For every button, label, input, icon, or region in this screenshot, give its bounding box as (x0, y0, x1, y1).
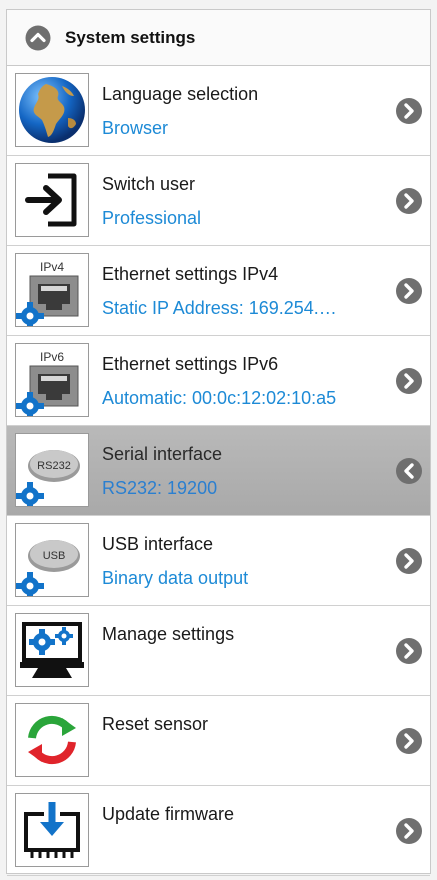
chevron-right-icon[interactable] (395, 277, 423, 305)
chevron-up-icon[interactable] (25, 25, 51, 51)
ipv4-icon-label: IPv4 (40, 260, 64, 274)
usb-port-icon: USB (15, 523, 89, 597)
menu-item-title: Update firmware (102, 804, 235, 824)
menu-item-value: Automatic: 00:0c:12:02:10:a5 (102, 388, 337, 408)
chevron-right-icon[interactable] (395, 637, 423, 665)
menu-item-value: Browser (102, 118, 169, 138)
chevron-right-icon[interactable] (395, 367, 423, 395)
monitor-gears-icon (15, 613, 89, 687)
menu-item-switch-user[interactable]: Switch user Professional (7, 156, 430, 246)
menu-item-value: RS232: 19200 (102, 478, 218, 498)
chevron-left-icon[interactable] (395, 457, 423, 485)
firmware-download-icon (15, 793, 89, 867)
chevron-right-icon[interactable] (395, 97, 423, 125)
serial-port-icon: RS232 (15, 433, 89, 507)
menu-item-update-firmware[interactable]: Update firmware (7, 786, 430, 876)
ipv6-icon-label: IPv6 (40, 350, 64, 364)
page-title: System settings (65, 27, 196, 47)
menu-item-value: Binary data output (102, 568, 249, 588)
menu-item-title: Manage settings (102, 624, 235, 644)
rs232-icon-label: RS232 (37, 460, 71, 472)
globe-icon (15, 73, 89, 147)
menu-item-value: Static IP Address: 169.254.… (102, 298, 337, 318)
menu-item-value: Professional (102, 208, 202, 228)
menu-item-ethernet-ipv6[interactable]: IPv6 Ethernet settings IPv6 Automatic: 0… (7, 336, 430, 426)
chevron-right-icon[interactable] (395, 727, 423, 755)
login-icon (15, 163, 89, 237)
menu-item-title: Ethernet settings IPv4 (102, 264, 279, 284)
menu-item-language-selection[interactable]: Language selection Browser (7, 66, 430, 156)
ethernet-port-icon: IPv4 (15, 253, 89, 327)
usb-icon-label: USB (43, 550, 66, 562)
menu-item-ethernet-ipv4[interactable]: IPv4 Ethernet settings IPv4 Static IP Ad… (7, 246, 430, 336)
menu-item-title: Language selection (102, 84, 259, 104)
chevron-right-icon[interactable] (395, 817, 423, 845)
chevron-right-icon[interactable] (395, 187, 423, 215)
menu-item-title: Reset sensor (102, 714, 209, 734)
menu-item-usb-interface[interactable]: USB USB interface Binary data output (7, 516, 430, 606)
menu-item-title: Ethernet settings IPv6 (102, 354, 279, 374)
menu-item-title: Switch user (102, 174, 196, 194)
system-settings-panel: System settings Language selection Brows… (6, 9, 431, 876)
refresh-icon (15, 703, 89, 777)
chevron-right-icon[interactable] (395, 547, 423, 575)
menu-item-title: USB interface (102, 534, 214, 554)
menu-item-title: Serial interface (102, 444, 223, 464)
ethernet-port-icon: IPv6 (15, 343, 89, 417)
menu-item-reset-sensor[interactable]: Reset sensor (7, 696, 430, 786)
system-settings-header[interactable]: System settings (7, 10, 430, 66)
menu-item-manage-settings[interactable]: Manage settings (7, 606, 430, 696)
menu-item-serial-interface[interactable]: RS232 Serial interface RS232: 19200 (7, 426, 430, 516)
